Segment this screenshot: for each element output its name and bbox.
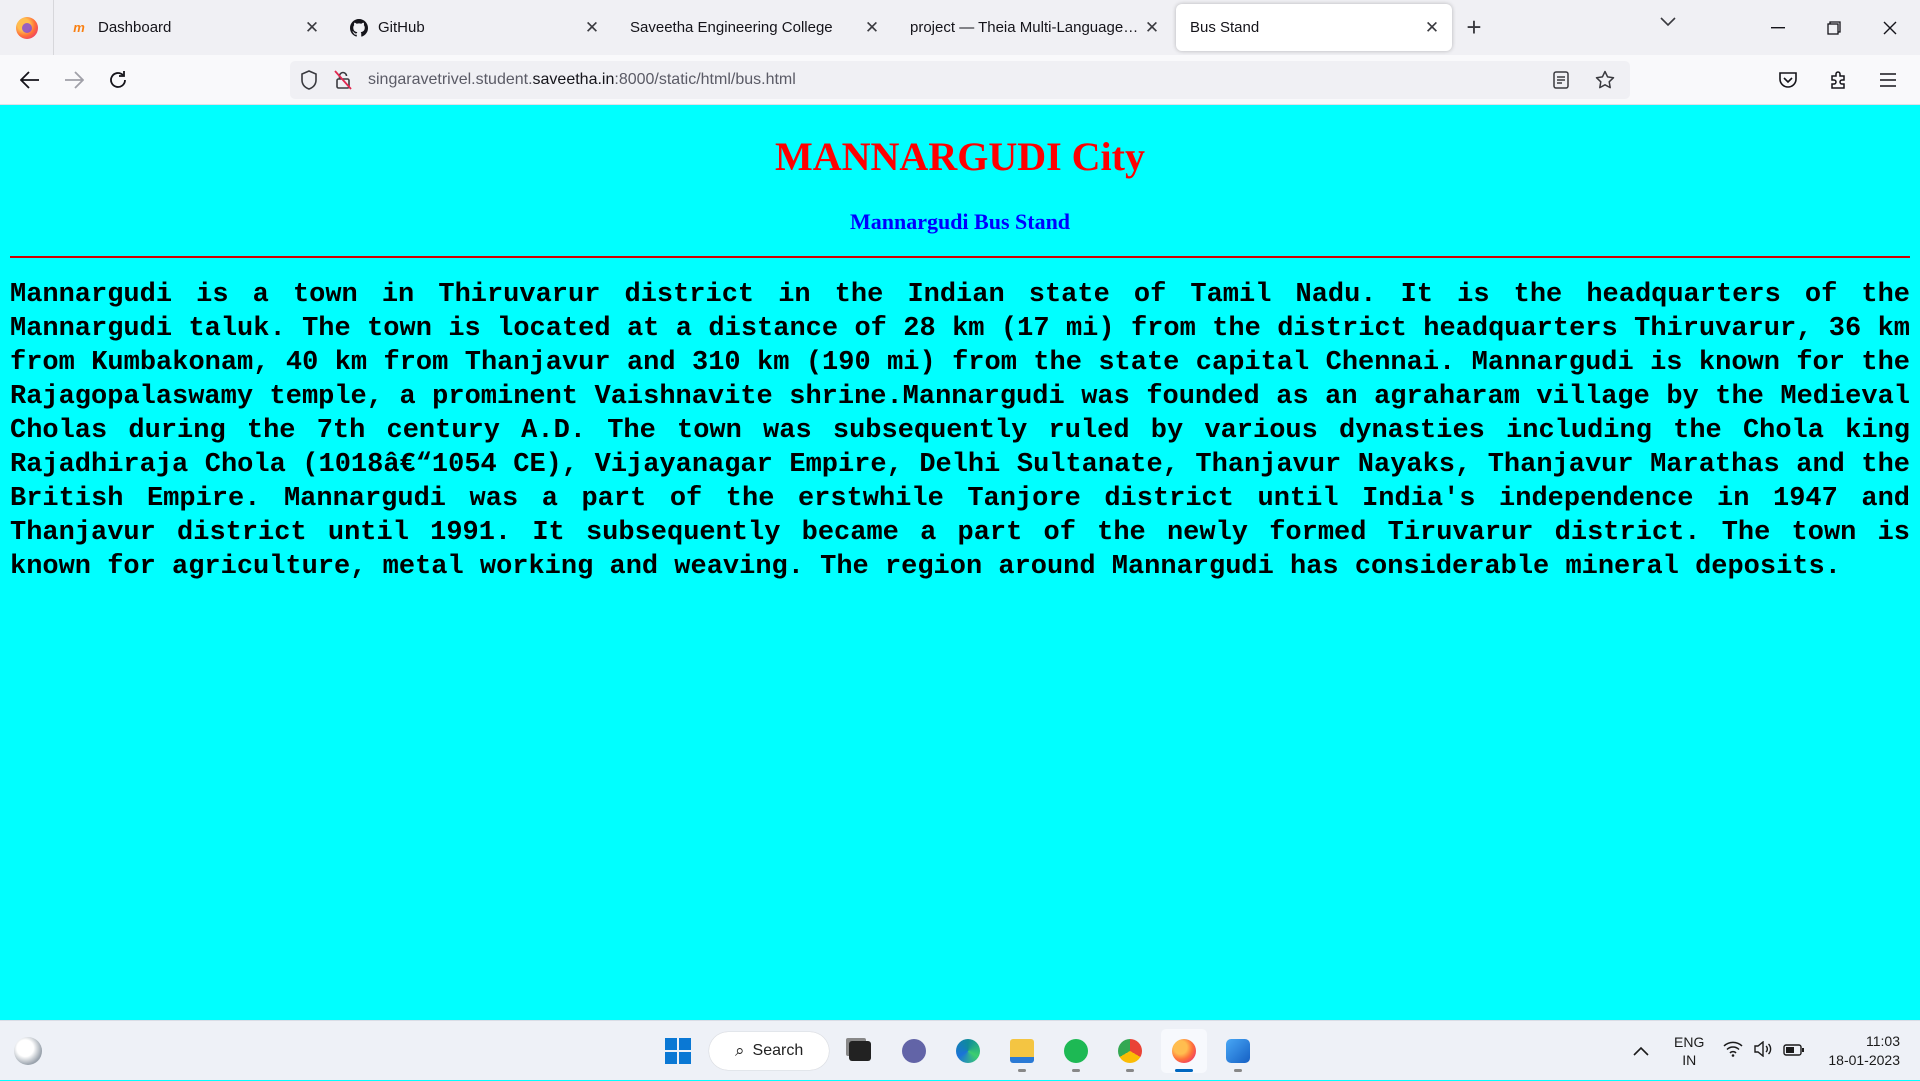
pocket-button[interactable]	[1766, 62, 1810, 98]
reload-button[interactable]	[96, 62, 140, 98]
tab-title: Saveetha Engineering College	[630, 19, 833, 36]
running-indicator	[1234, 1069, 1242, 1072]
puzzle-icon	[1831, 71, 1845, 89]
tab-title: GitHub	[378, 19, 425, 36]
teams-chat-button[interactable]	[891, 1029, 937, 1073]
arrow-left-icon	[20, 70, 39, 89]
photos-button[interactable]	[1215, 1029, 1261, 1073]
back-button[interactable]	[8, 62, 52, 98]
reload-icon	[110, 70, 126, 88]
taskbar: ⌕ Search ENG IN 11:03 18-01-2023	[0, 1020, 1920, 1080]
tab-dashboard[interactable]: m Dashboard ✕	[56, 4, 332, 51]
github-icon	[350, 18, 368, 37]
close-icon[interactable]: ✕	[862, 18, 882, 38]
close-icon[interactable]: ✕	[582, 18, 602, 38]
app-menu-button[interactable]	[1866, 62, 1910, 98]
firefox-icon	[1172, 1039, 1196, 1063]
taskbar-search[interactable]: ⌕ Search	[709, 1032, 829, 1070]
star-icon[interactable]	[1588, 70, 1622, 90]
running-indicator	[1072, 1069, 1080, 1072]
reader-view-icon[interactable]	[1544, 71, 1578, 89]
firefox-view-button[interactable]	[0, 0, 54, 55]
url-bar[interactable]: singaravetrivel.student.saveetha.in:8000…	[290, 61, 1630, 99]
clock-date: 18-01-2023	[1828, 1052, 1900, 1068]
close-window-button[interactable]	[1862, 0, 1918, 55]
moodle-icon: m	[73, 20, 85, 35]
spotify-icon	[1064, 1039, 1088, 1063]
weather-icon[interactable]	[14, 1037, 42, 1065]
system-tray: ENG IN 11:03 18-01-2023	[1628, 1021, 1900, 1081]
tab-title: project — Theia Multi-Language Ex	[910, 19, 1142, 36]
new-tab-button[interactable]: +	[1454, 4, 1494, 51]
chevron-up-icon[interactable]	[1633, 1041, 1649, 1061]
edge-icon	[956, 1039, 980, 1063]
chat-icon	[902, 1039, 926, 1063]
chrome-button[interactable]	[1107, 1029, 1153, 1073]
restore-button[interactable]	[1806, 0, 1862, 55]
close-icon[interactable]: ✕	[302, 18, 322, 38]
tab-saveetha[interactable]: Saveetha Engineering College ✕	[616, 4, 892, 51]
search-icon: ⌕	[735, 1041, 745, 1060]
edge-button[interactable]	[945, 1029, 991, 1073]
url-text[interactable]: singaravetrivel.student.saveetha.in:8000…	[368, 71, 796, 89]
language-code: ENG	[1674, 1034, 1705, 1050]
url-host: saveetha.in	[532, 71, 615, 88]
clock[interactable]: 11:03 18-01-2023	[1828, 1032, 1900, 1070]
clock-time: 11:03	[1866, 1033, 1900, 1049]
tab-strip: m Dashboard ✕ GitHub ✕ Saveetha Engineer…	[0, 0, 1920, 55]
task-view-icon	[849, 1041, 871, 1061]
chevron-down-icon[interactable]	[1660, 14, 1676, 32]
wifi-icon[interactable]	[1723, 1041, 1743, 1062]
page-title: MANNARGUDI City	[775, 134, 1145, 179]
file-explorer-button[interactable]	[999, 1029, 1045, 1073]
task-view-button[interactable]	[837, 1029, 883, 1073]
body-paragraph: Mannargudi is a town in Thiruvarur distr…	[10, 280, 1910, 582]
tab-bus-stand[interactable]: Bus Stand ✕	[1176, 4, 1452, 51]
url-prefix: singaravetrivel.student.	[368, 71, 533, 88]
forward-button[interactable]	[52, 62, 96, 98]
photos-icon	[1226, 1039, 1250, 1063]
tab-theia-project[interactable]: project — Theia Multi-Language Ex ✕	[896, 4, 1172, 51]
input-language[interactable]: ENG IN	[1674, 1033, 1704, 1069]
windows-icon	[665, 1038, 691, 1064]
divider	[10, 256, 1910, 258]
pocket-icon	[1779, 72, 1797, 88]
hamburger-icon	[1880, 73, 1896, 87]
volume-icon[interactable]	[1753, 1040, 1773, 1062]
firefox-icon	[15, 16, 38, 39]
shield-icon[interactable]	[292, 70, 326, 90]
chrome-icon	[1118, 1039, 1142, 1063]
tab-title: Bus Stand	[1190, 19, 1260, 36]
navigation-toolbar: singaravetrivel.student.saveetha.in:8000…	[0, 55, 1920, 105]
page-subtitle: Mannargudi Bus Stand	[849, 209, 1071, 234]
url-path: :8000/static/html/bus.html	[614, 71, 796, 88]
firefox-taskbar-button[interactable]	[1161, 1029, 1207, 1073]
active-indicator	[1175, 1069, 1193, 1072]
minimize-button[interactable]	[1750, 0, 1806, 55]
folder-icon	[1010, 1039, 1034, 1063]
battery-icon[interactable]	[1783, 1041, 1805, 1061]
insecure-lock-icon[interactable]	[326, 70, 360, 90]
search-label: Search	[752, 1042, 804, 1059]
running-indicator	[1018, 1069, 1026, 1072]
close-icon[interactable]: ✕	[1422, 18, 1442, 38]
close-icon[interactable]: ✕	[1142, 18, 1162, 38]
extensions-button[interactable]	[1816, 62, 1860, 98]
web-page: MANNARGUDI City Mannargudi Bus Stand Man…	[0, 105, 1920, 1020]
arrow-right-icon	[65, 70, 84, 89]
start-button[interactable]	[655, 1029, 701, 1073]
running-indicator	[1126, 1069, 1134, 1072]
spotify-button[interactable]	[1053, 1029, 1099, 1073]
region-code: IN	[1682, 1052, 1697, 1068]
tab-title: Dashboard	[98, 19, 172, 36]
tab-github[interactable]: GitHub ✕	[336, 4, 612, 51]
